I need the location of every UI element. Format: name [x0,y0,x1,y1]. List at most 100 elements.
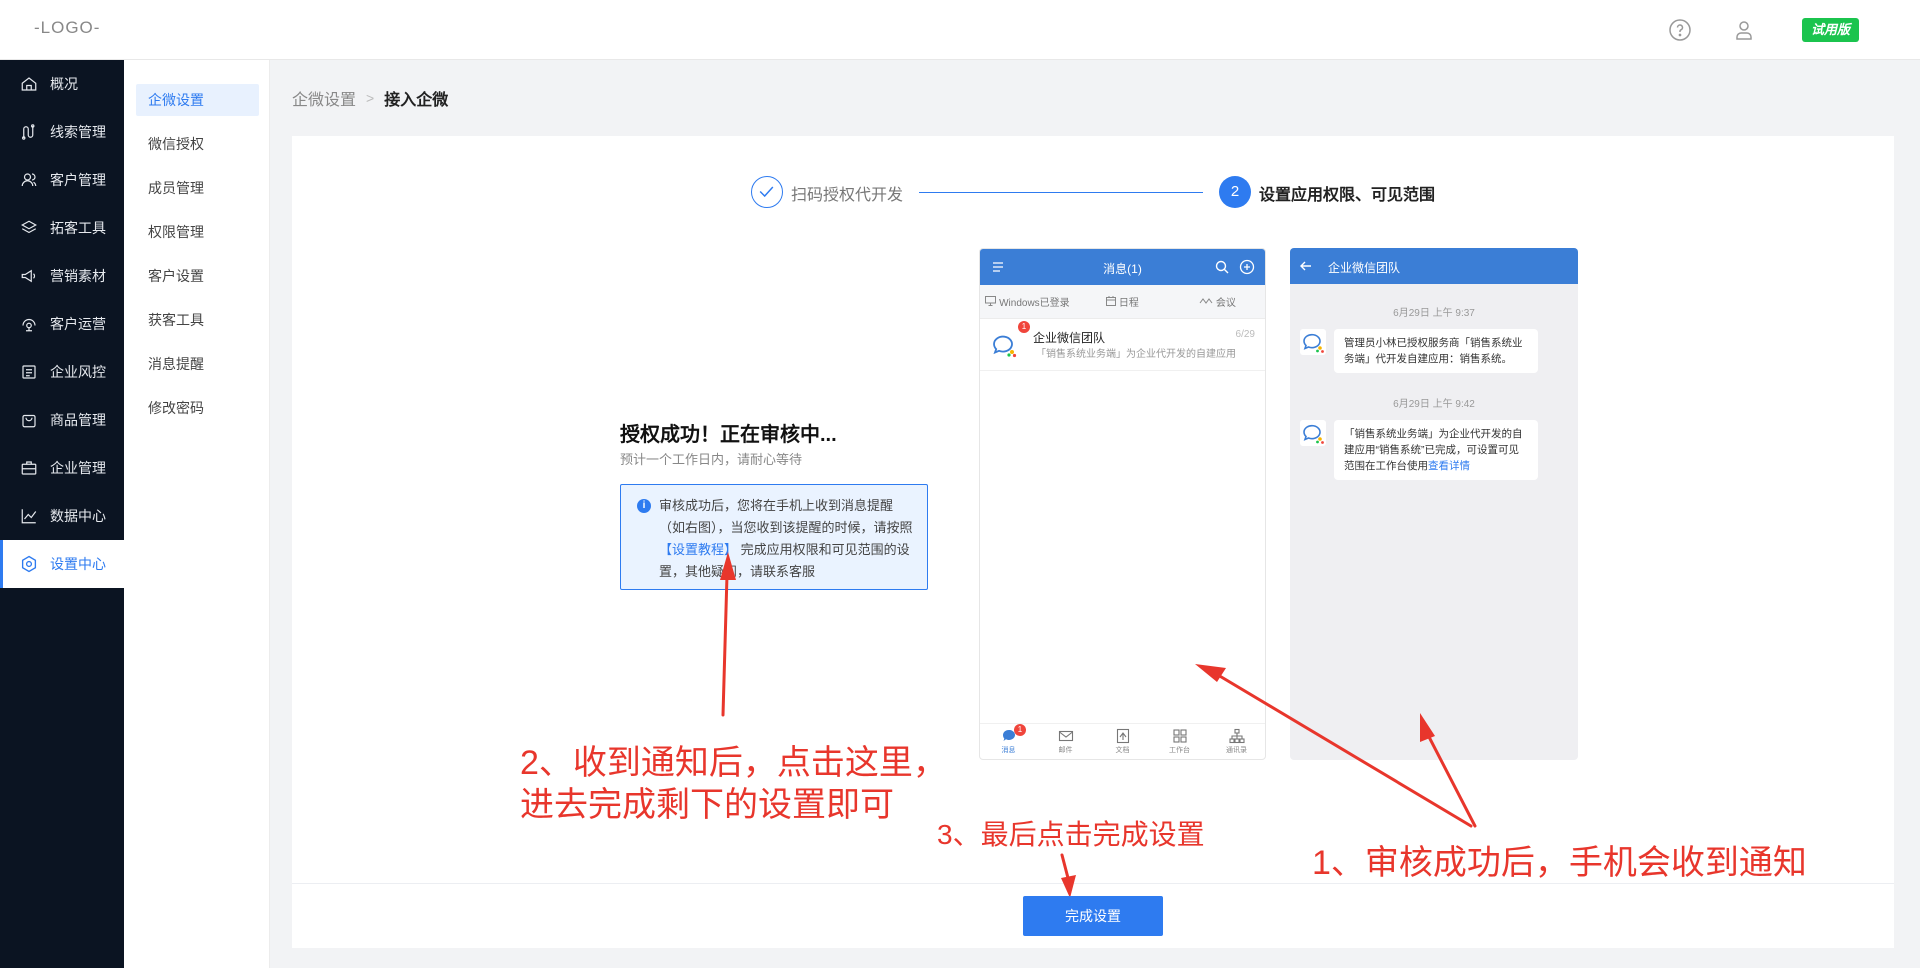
breadcrumb-current: 接入企微 [384,92,449,109]
wecom-team-avatar-icon [1300,329,1326,355]
phone-nav-messages: 消息 1 [980,724,1037,759]
phone2-title: 企业微信团队 [1328,261,1401,275]
calendar-icon [1106,296,1117,306]
risk-icon [22,365,36,379]
message-time: 6月29日 上午 9:42 [1393,399,1475,410]
sidebar-item-label: 客户管理 [50,172,106,188]
top-header: -LOGO- 试用版 [0,0,1920,60]
annotation-step-3: 3、最后点击完成设置 [937,819,1205,850]
grid-icon [1172,729,1187,743]
wecom-team-avatar-icon [1300,420,1326,446]
submenu-item-permissions[interactable]: 权限管理 [136,216,259,248]
info-box: i 审核成功后，您将在手机上收到消息提醒（如右图），当您收到该提醒的时候，请按照… [620,484,928,590]
annotation-step-2: 2、收到通知后，点击这里， 进去完成剩下的设置即可 [520,744,947,824]
phone-nav-docs: 文档 [1094,724,1151,759]
phone2-topbar: 企业微信团队 [1290,248,1578,284]
sidebar-item-label: 线索管理 [50,124,106,140]
phone-tabs: Windows已登录 日程 会议 [980,285,1265,319]
sidebar-item-label: 企业风控 [50,364,106,380]
sidebar-item-label: 商品管理 [50,412,106,428]
phone-nav-mail: 邮件 [1037,724,1094,759]
phone-mockup-chat: 企业微信团队 6月29日 上午 9:37 管理员小林已授权服务商「销售系统业务端… [1290,248,1578,760]
briefcase-icon [21,461,37,475]
step2-number: 2 [1219,176,1251,208]
sidebar-item-acquisition-tools[interactable]: 拓客工具 [0,204,124,252]
sidebar: 概况 线索管理 客户管理 拓客工具 营销素材 客户运营 企业风控 商品管理 企业… [0,60,124,968]
phone-nav-workbench: 工作台 [1151,724,1208,759]
sidebar-item-label: 客户运营 [50,316,106,332]
org-chart-icon [1228,728,1245,744]
phone-tab-calendar: 日程 [1075,294,1170,309]
breadcrumb-separator: > [366,90,375,106]
settings-icon [21,555,37,573]
logo[interactable]: -LOGO- [34,18,100,38]
sidebar-item-customers[interactable]: 客户管理 [0,156,124,204]
add-circle-icon [1239,259,1255,275]
view-details-link: 查看详情 [1428,460,1470,472]
step2-label: 设置应用权限、可见范围 [1259,187,1436,204]
submenu-item-members[interactable]: 成员管理 [136,172,259,204]
search-icon [1215,260,1229,274]
wecom-team-avatar-icon [993,335,1017,358]
message-bubble: 管理员小林已授权服务商「销售系统业务端」代开发自建应用：销售系统。 [1334,329,1538,373]
sidebar-item-settings[interactable]: 设置中心 [0,540,124,588]
step1-check-icon [751,176,783,208]
sidebar-item-label: 拓客工具 [50,220,106,236]
annotation-step-1: 1、审核成功后，手机会收到通知 [1312,844,1807,882]
phone-topbar: 消息(1) [980,249,1265,285]
submenu-item-notifications[interactable]: 消息提醒 [136,348,259,380]
info-icon: i [637,499,651,513]
sidebar-item-enterprise[interactable]: 企业管理 [0,444,124,492]
chart-icon [21,509,37,524]
chat-name: 企业微信团队 [1033,331,1106,345]
message-bubble: 「销售系统业务端」为企业代开发的自建应用“销售系统”已完成，可设置可见范围在工作… [1334,420,1538,480]
sidebar-item-label: 企业管理 [50,460,106,476]
home-icon [21,77,37,91]
chat-time: 6/29 [1235,329,1255,340]
status-title: 授权成功！正在审核中... [620,424,837,446]
sidebar-item-label: 营销素材 [50,268,106,284]
breadcrumb-parent[interactable]: 企微设置 [292,86,356,110]
sidebar-item-customer-operations[interactable]: 客户运营 [0,300,124,348]
info-text-1: 审核成功后，您将在手机上收到消息提醒（如右图），当您收到该提醒的时候，请按照 [659,498,913,535]
submenu-item-acquisition-tools[interactable]: 获客工具 [136,304,259,336]
chat-preview: 「销售系统业务端」为企业代开发的自建应用 [1036,349,1236,360]
monitor-icon [985,296,997,306]
sidebar-item-marketing-materials[interactable]: 营销素材 [0,252,124,300]
bag-icon [22,414,36,428]
setup-tutorial-link[interactable]: 【设置教程】 [659,542,737,557]
operation-icon [22,318,36,332]
message-item: 「销售系统业务端」为企业代开发的自建应用“销售系统”已完成，可设置可见范围在工作… [1300,420,1578,480]
phone-mockup-messages: 消息(1) Windows已登录 日程 会议 1 企业微信团队 6/29 「销售… [979,248,1266,760]
sidebar-item-products[interactable]: 商品管理 [0,396,124,444]
step-connector [919,192,1203,193]
phone-tab-meeting: 会议 [1170,294,1265,309]
users-icon [21,173,37,187]
phone-nav-contacts: 通讯录 [1208,724,1265,759]
meeting-icon [1199,298,1213,304]
sidebar-item-risk-control[interactable]: 企业风控 [0,348,124,396]
sidebar-item-leads[interactable]: 线索管理 [0,108,124,156]
help-circle-icon[interactable] [1668,18,1692,42]
document-icon [1116,728,1129,744]
breadcrumb: 企微设置 > 接入企微 [292,86,448,110]
nav-unread-badge: 1 [1014,724,1026,736]
megaphone-icon [21,269,36,283]
user-icon[interactable] [1732,18,1756,42]
phone-tab-windows: Windows已登录 [980,294,1075,309]
status-subtitle: 预计一个工作日内，请耐心等待 [620,452,803,467]
submenu-item-wechat-auth[interactable]: 微信授权 [136,128,259,160]
finish-setup-button[interactable]: 完成设置 [1023,896,1163,936]
route-icon [22,124,35,140]
trial-badge[interactable]: 试用版 [1802,18,1859,42]
submenu-item-change-password[interactable]: 修改密码 [136,392,259,424]
message-time: 6月29日 上午 9:37 [1393,308,1475,319]
back-arrow-icon [1300,261,1311,271]
step1-label: 扫码授权代开发 [791,187,904,204]
message-item: 管理员小林已授权服务商「销售系统业务端」代开发自建应用：销售系统。 [1300,329,1578,373]
sidebar-item-overview[interactable]: 概况 [0,60,124,108]
submenu-item-wecom-settings[interactable]: 企微设置 [136,84,259,116]
sidebar-item-data-center[interactable]: 数据中心 [0,492,124,540]
mail-icon [1058,730,1073,742]
submenu-item-customer-settings[interactable]: 客户设置 [136,260,259,292]
